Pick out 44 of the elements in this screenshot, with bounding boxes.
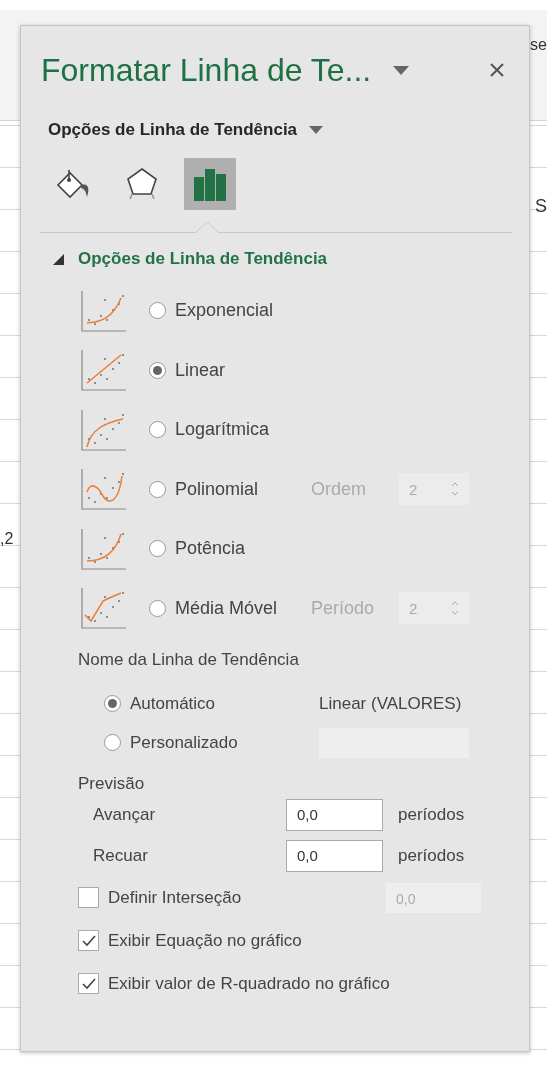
cell-text: se: [530, 36, 547, 54]
trendline-icon: [81, 468, 127, 511]
radio-label[interactable]: Linear: [175, 359, 311, 381]
dropdown-caret-icon[interactable]: [309, 126, 324, 134]
collapse-toggle-icon[interactable]: [53, 253, 64, 265]
radio-button[interactable]: [149, 421, 166, 439]
radio-button[interactable]: [149, 540, 166, 558]
pane-title: Formatar Linha de Te...: [41, 51, 372, 89]
dropdown-caret-icon[interactable]: [393, 65, 410, 75]
option-label: Período: [311, 597, 376, 619]
radio-button[interactable]: [104, 695, 121, 712]
unit-label: períodos: [398, 845, 465, 866]
group-heading: Nome da Linha de Tendência: [77, 649, 300, 670]
trendline-name: Linear (VALORES): [319, 693, 462, 714]
spin-arrows-icon[interactable]: [451, 481, 459, 498]
radio-label[interactable]: Exponencial: [175, 300, 311, 322]
spin-arrows-icon[interactable]: [451, 600, 459, 617]
trendline-icon: [81, 527, 127, 570]
period-field[interactable]: 0,0: [286, 839, 383, 872]
checkbox[interactable]: [78, 973, 99, 994]
trendline-icon: [81, 408, 127, 451]
trendline-icon: [81, 289, 127, 332]
checkbox-label[interactable]: Exibir Equação no gráfico: [108, 930, 386, 951]
trendline-icon: [81, 587, 127, 630]
trendline-icon: [81, 349, 127, 392]
close-icon[interactable]: [489, 62, 505, 78]
option-label: Ordem: [311, 478, 367, 500]
radio-label[interactable]: Logarítmica: [175, 419, 311, 441]
section-title[interactable]: Opções de Linha de Tendência: [78, 249, 328, 269]
radio-label[interactable]: Potência: [175, 538, 311, 560]
options-tab[interactable]: [184, 158, 236, 210]
group-heading: Previsão: [77, 773, 146, 794]
radio-button[interactable]: [149, 361, 166, 379]
cell-text: ,2: [0, 530, 14, 548]
checkbox[interactable]: [78, 930, 99, 951]
options-dropdown[interactable]: Opções de Linha de Tendência: [48, 120, 298, 140]
bar-chart-icon: [191, 166, 229, 202]
radio-label[interactable]: Automático: [130, 693, 319, 714]
cell-text: S: [535, 196, 547, 217]
unit-label: períodos: [398, 804, 465, 825]
field-label: Recuar: [93, 845, 149, 866]
field-label: Avançar: [93, 804, 157, 825]
radio-button[interactable]: [149, 302, 166, 320]
period-field[interactable]: 0,0: [286, 798, 383, 831]
